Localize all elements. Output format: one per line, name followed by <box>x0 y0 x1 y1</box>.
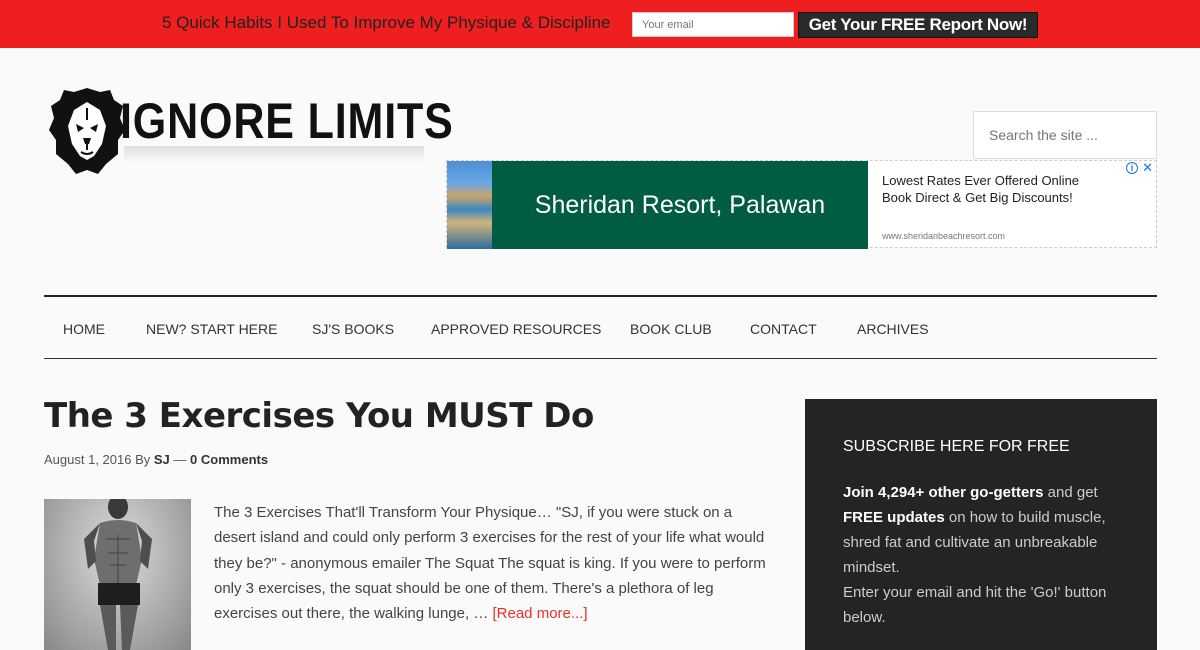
subscribe-title: Subscribe here for free <box>843 438 1070 455</box>
subscribe-text: Join 4,294+ other go-getters and get FRE… <box>843 480 1133 630</box>
subscribe-instructions: Enter your email and hit the 'Go!' butto… <box>843 584 1107 626</box>
ad-banner[interactable]: Sheridan Resort, Palawan Lowest Rates Ev… <box>446 160 1157 249</box>
ad-photo <box>447 161 492 249</box>
ad-headline[interactable]: Sheridan Resort, Palawan <box>492 161 868 249</box>
promo-email-input[interactable] <box>632 12 794 37</box>
subscribe-free: FREE updates <box>843 509 945 526</box>
nav-item-approved-resources[interactable]: Approved Resources <box>431 321 601 337</box>
site-logo[interactable]: IGNORE LIMITS <box>48 86 453 180</box>
post-comments-link[interactable]: 0 Comments <box>190 452 268 467</box>
post-author-link[interactable]: SJ <box>154 452 170 467</box>
post-title[interactable]: The 3 Exercises You MUST Do <box>44 396 594 436</box>
main-nav: Home New? Start Here SJ's Books Approved… <box>44 295 1157 359</box>
nav-item-books[interactable]: SJ's Books <box>312 321 394 337</box>
nav-item-book-club[interactable]: Book Club <box>630 321 712 337</box>
logo-reflection <box>124 146 424 162</box>
nav-item-archives[interactable]: Archives <box>857 321 929 337</box>
post-meta: August 1, 2016 By SJ — 0 Comments <box>44 452 268 467</box>
post-excerpt: The 3 Exercises That'll Transform Your P… <box>214 500 766 626</box>
get-report-button[interactable]: Get Your FREE Report Now! <box>798 12 1038 38</box>
lion-head-icon <box>49 88 125 174</box>
subscribe-count: Join 4,294+ other go-getters <box>843 484 1044 501</box>
post-excerpt-text: The 3 Exercises That'll Transform Your P… <box>214 504 766 623</box>
promo-bar: 5 Quick Habits I Used To Improve My Phys… <box>0 0 1200 48</box>
read-more-link[interactable]: [Read more...] <box>493 605 588 622</box>
post-thumbnail-figure <box>84 499 152 650</box>
nav-item-home[interactable]: Home <box>63 321 105 337</box>
subscribe-text-1: and get <box>1043 484 1098 501</box>
site-search-input[interactable] <box>973 111 1157 159</box>
post-by: By <box>135 452 151 467</box>
post-date: August 1, 2016 <box>44 452 132 467</box>
promo-text: 5 Quick Habits I Used To Improve My Phys… <box>162 13 611 32</box>
ad-copy[interactable]: Lowest Rates Ever Offered Online Book Di… <box>882 172 1082 206</box>
ad-close-icon[interactable]: ✕ <box>1142 160 1153 176</box>
subscribe-widget: Subscribe here for free Join 4,294+ othe… <box>805 399 1157 650</box>
nav-item-start-here[interactable]: New? Start Here <box>146 321 277 337</box>
ad-url[interactable]: www.sheridanbeachresort.com <box>882 231 1005 241</box>
nav-item-contact[interactable]: Contact <box>750 321 817 337</box>
logo-text: IGNORE LIMITS <box>120 93 454 149</box>
ad-info-icon[interactable]: i <box>1126 162 1138 174</box>
post-thumbnail[interactable] <box>44 499 191 650</box>
meta-separator: — <box>173 452 187 467</box>
